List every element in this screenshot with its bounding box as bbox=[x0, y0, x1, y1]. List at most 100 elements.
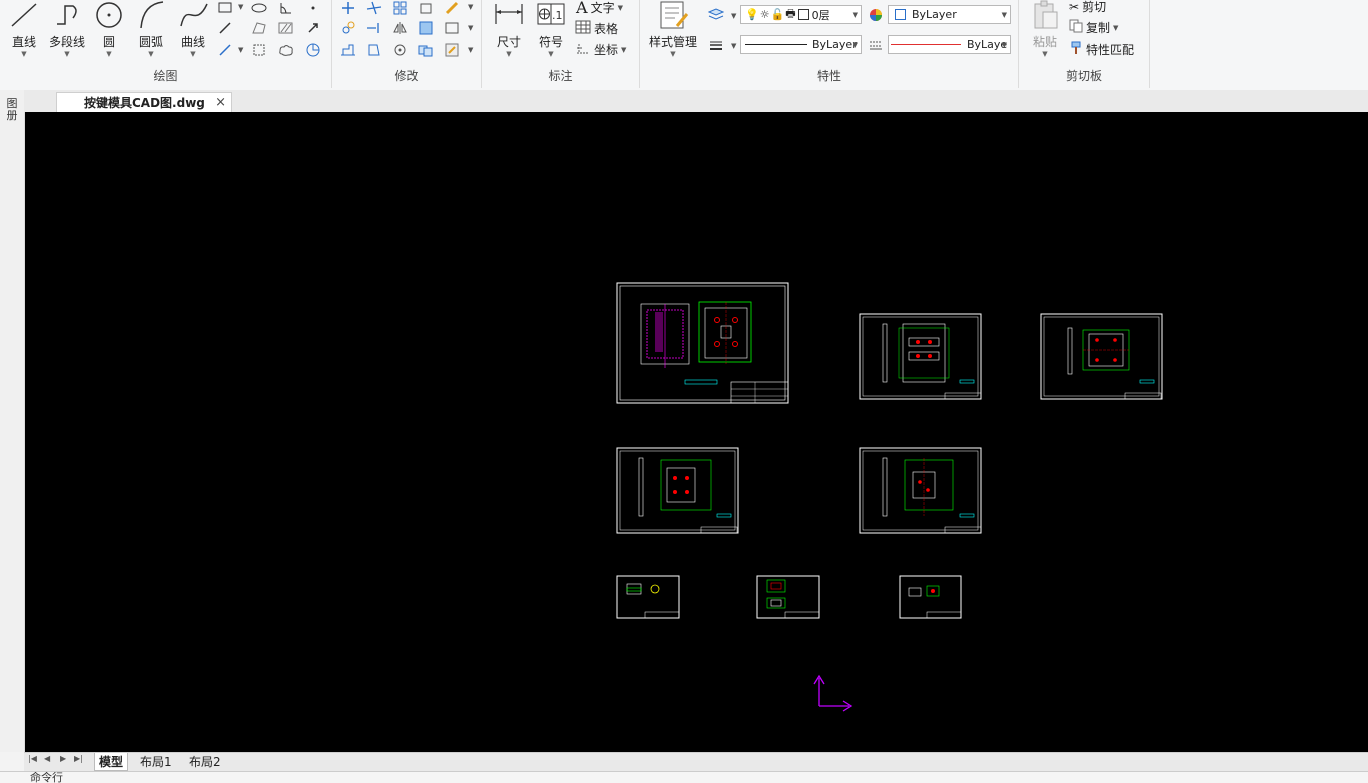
lineweight-dropdown[interactable]: ByLaye ▼ bbox=[888, 35, 1011, 54]
lightbulb-icon: 💡 bbox=[745, 8, 759, 21]
style-manager-button[interactable]: 样式管理 ▼ bbox=[644, 0, 702, 58]
properties-edit-icon[interactable] bbox=[444, 42, 460, 58]
join-icon[interactable] bbox=[418, 42, 434, 58]
chevron-down-icon[interactable]: ▼ bbox=[731, 42, 736, 50]
drawing-sheet-6[interactable] bbox=[616, 575, 680, 619]
circle-label: 圆 bbox=[102, 35, 115, 49]
drawing-sheet-7[interactable] bbox=[756, 575, 820, 619]
layer-name: 0层 bbox=[811, 8, 830, 22]
symbol-tool-button[interactable]: .1 符号 ▼ bbox=[529, 0, 573, 58]
color-dropdown[interactable]: ByLayer ▼ bbox=[888, 5, 1011, 24]
chevron-down-icon[interactable]: ▼ bbox=[618, 4, 623, 12]
eraser-icon[interactable] bbox=[444, 0, 460, 16]
tab-model[interactable]: 模型 bbox=[94, 753, 129, 771]
chevron-down-icon[interactable]: ▼ bbox=[1023, 50, 1067, 58]
chevron-down-icon[interactable]: ▼ bbox=[1113, 24, 1118, 32]
linetype-dropdown[interactable]: ByLayer ▼ bbox=[740, 35, 862, 54]
chevron-down-icon[interactable]: ▼ bbox=[171, 50, 215, 58]
layer-manager-icon[interactable] bbox=[708, 6, 724, 22]
coordinate-tool-button[interactable]: 坐标 ▼ bbox=[575, 41, 626, 58]
wipeout-icon[interactable] bbox=[305, 42, 321, 58]
copy-button[interactable]: 复制 ▼ bbox=[1069, 19, 1118, 36]
polyline-tool-button[interactable]: 多段线 ▼ bbox=[45, 0, 89, 58]
scale-icon[interactable] bbox=[366, 42, 382, 58]
drawing-sheet-3[interactable] bbox=[1040, 313, 1163, 400]
offset-icon[interactable] bbox=[418, 0, 434, 16]
chevron-down-icon[interactable]: ▼ bbox=[468, 46, 473, 54]
point-icon[interactable] bbox=[305, 0, 321, 16]
drawing-sheet-4[interactable] bbox=[616, 447, 739, 534]
document-tab[interactable]: 按键模具CAD图.dwg × bbox=[56, 92, 232, 112]
stretch-icon[interactable] bbox=[340, 42, 356, 58]
chevron-down-icon[interactable]: ▼ bbox=[45, 50, 89, 58]
copy-object-icon[interactable] bbox=[340, 20, 356, 36]
color-wheel-icon[interactable] bbox=[868, 7, 884, 23]
match-properties-button[interactable]: 特性匹配 bbox=[1069, 41, 1134, 58]
extend-icon[interactable] bbox=[366, 20, 382, 36]
text-tool-button[interactable]: A 文字 ▼ bbox=[576, 0, 623, 17]
hatch-icon[interactable] bbox=[278, 20, 294, 36]
first-tab-icon[interactable]: |◀ bbox=[28, 754, 37, 763]
pointer-icon[interactable] bbox=[305, 20, 321, 36]
mirror-icon[interactable] bbox=[392, 20, 408, 36]
cut-button[interactable]: ✂ 剪切 bbox=[1069, 0, 1106, 15]
chevron-down-icon[interactable]: ▼ bbox=[621, 46, 626, 54]
ucs-icon bbox=[813, 674, 853, 712]
drawing-sheet-8[interactable] bbox=[899, 575, 962, 619]
chevron-down-icon[interactable]: ▼ bbox=[468, 3, 473, 11]
chevron-down-icon[interactable]: ▼ bbox=[238, 46, 243, 54]
layer-dropdown[interactable]: 💡 ☼ 🔓 🖶 0层 ▼ bbox=[740, 5, 862, 24]
command-line[interactable]: 命令行 bbox=[0, 771, 1368, 783]
ellipse-icon[interactable] bbox=[251, 0, 267, 16]
region-icon[interactable] bbox=[251, 20, 267, 36]
chevron-down-icon[interactable]: ▼ bbox=[529, 50, 573, 58]
table-tool-button[interactable]: 表格 bbox=[575, 20, 618, 37]
tab-layout1[interactable]: 布局1 bbox=[136, 753, 176, 770]
coordinate-label: 坐标 bbox=[594, 43, 619, 57]
panel-clipboard-title: 剪切板 bbox=[1065, 69, 1102, 83]
chevron-down-icon[interactable]: ▼ bbox=[644, 50, 702, 58]
explode-icon[interactable] bbox=[418, 20, 434, 36]
angle-icon[interactable] bbox=[278, 0, 294, 16]
line-tool-button[interactable]: 直线 ▼ bbox=[2, 0, 46, 58]
last-tab-icon[interactable]: ▶| bbox=[74, 754, 83, 763]
tab-layout2[interactable]: 布局2 bbox=[185, 753, 225, 770]
chevron-down-icon[interactable]: ▼ bbox=[487, 50, 531, 58]
ray-icon[interactable] bbox=[217, 42, 233, 58]
document-tab-title: 按键模具CAD图.dwg bbox=[84, 96, 205, 110]
revcloud-icon[interactable] bbox=[278, 42, 294, 58]
rotate-icon[interactable] bbox=[392, 42, 408, 58]
chevron-down-icon[interactable]: ▼ bbox=[87, 50, 131, 58]
arc-tool-button[interactable]: 圆弧 ▼ bbox=[129, 0, 173, 58]
construction-line-icon[interactable] bbox=[217, 20, 233, 36]
drawing-sheet-5[interactable] bbox=[859, 447, 982, 534]
chevron-down-icon[interactable]: ▼ bbox=[129, 50, 173, 58]
chevron-down-icon[interactable]: ▼ bbox=[2, 50, 46, 58]
panel-modify-title: 修改 bbox=[394, 69, 419, 83]
linetype-scale-icon[interactable] bbox=[868, 37, 884, 53]
chevron-down-icon[interactable]: ▼ bbox=[468, 24, 473, 32]
close-icon[interactable]: × bbox=[215, 95, 226, 110]
boundary-icon[interactable] bbox=[251, 42, 267, 58]
rectangle-icon[interactable] bbox=[217, 0, 233, 16]
move-icon[interactable] bbox=[340, 0, 356, 16]
lineweight-list-icon[interactable] bbox=[708, 37, 724, 53]
drawing-sheet-2[interactable] bbox=[859, 313, 982, 400]
dimension-icon bbox=[487, 0, 531, 30]
sun-icon: ☼ bbox=[759, 8, 770, 21]
drawing-canvas[interactable] bbox=[25, 112, 1368, 752]
chevron-down-icon[interactable]: ▼ bbox=[238, 3, 243, 11]
spline-tool-button[interactable]: 曲线 ▼ bbox=[171, 0, 215, 58]
chevron-down-icon[interactable]: ▼ bbox=[731, 12, 736, 20]
drawing-sheet-assembly[interactable] bbox=[616, 282, 789, 404]
previous-tab-icon[interactable]: ◀ bbox=[44, 754, 50, 763]
paste-button[interactable]: 粘贴 ▼ bbox=[1023, 0, 1067, 58]
dimension-tool-button[interactable]: 尺寸 ▼ bbox=[487, 0, 531, 58]
fillet-icon[interactable] bbox=[444, 20, 460, 36]
array-icon[interactable] bbox=[392, 0, 408, 16]
circle-tool-button[interactable]: 圆 ▼ bbox=[87, 0, 131, 58]
drawing-album-tab[interactable]: 图册 bbox=[5, 98, 19, 122]
line-icon bbox=[2, 0, 46, 30]
next-tab-icon[interactable]: ▶ bbox=[60, 754, 66, 763]
trim-icon[interactable] bbox=[366, 0, 382, 16]
